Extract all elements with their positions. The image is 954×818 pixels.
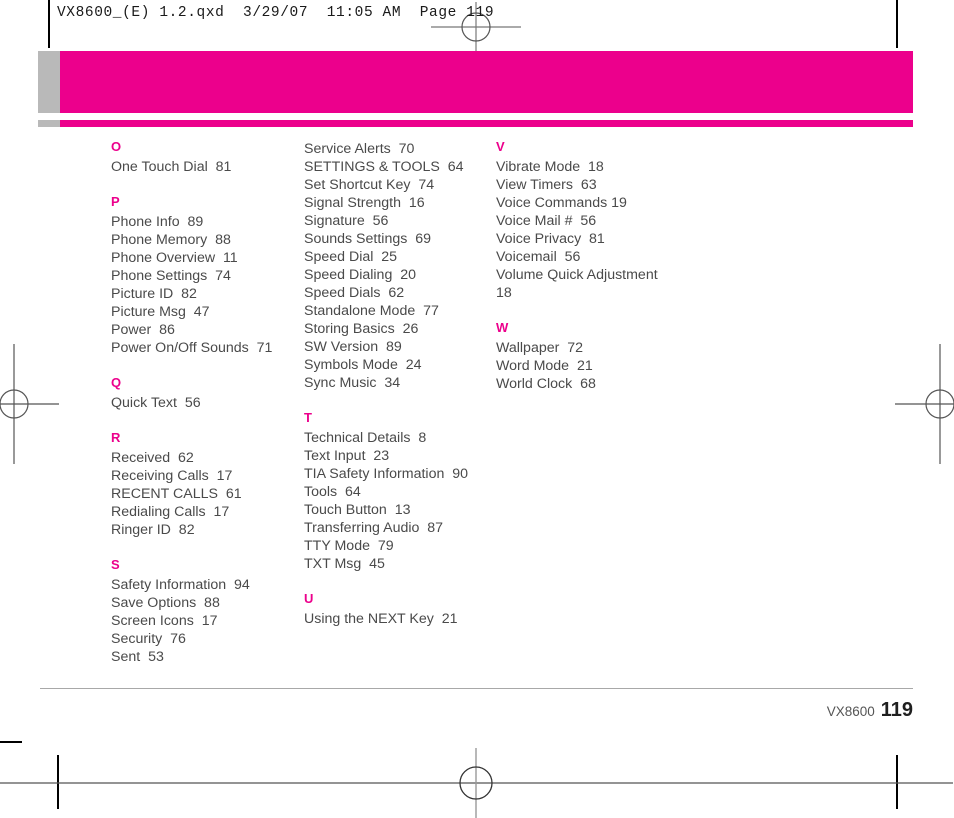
footer-divider [40, 688, 913, 689]
index-entry[interactable]: Symbols Mode 24 [304, 356, 494, 374]
index-entry[interactable]: Screen Icons 17 [111, 612, 301, 630]
index-column-1: O One Touch Dial 81 P Phone Info 89 Phone Me… [111, 140, 301, 666]
index-entry[interactable]: View Timers 63 [496, 176, 696, 194]
index-entry[interactable]: TXT Msg 45 [304, 555, 494, 573]
index-letter-heading-s: S [111, 557, 120, 572]
index-entry[interactable]: One Touch Dial 81 [111, 158, 301, 176]
index-entry[interactable]: Power On/Off Sounds 71 [111, 339, 301, 357]
index-entry[interactable]: Voice Privacy 81 [496, 230, 696, 248]
index-letter-group: S Safety Information 94 Save Options 88 Scr… [111, 558, 301, 666]
index-letter-group: Service Alerts 70 SETTINGS & TOOLS 64 Set … [304, 140, 494, 392]
index-entry[interactable]: Phone Info 89 [111, 213, 301, 231]
index-entry[interactable]: Vibrate Mode 18 [496, 158, 696, 176]
footer-page-number: 119 [880, 699, 913, 721]
index-entry[interactable]: World Clock 68 [496, 375, 696, 393]
index-entry[interactable]: Volume Quick Adjustment 18 [496, 266, 696, 302]
footer-model-name: VX8600 [826, 704, 875, 719]
registration-mark-bottom [0, 748, 953, 818]
page-banner [0, 0, 954, 140]
index-letter-heading-q: Q [111, 375, 122, 390]
index-entry[interactable]: Voice Mail # 56 [496, 212, 696, 230]
index-entry[interactable]: Security 76 [111, 630, 301, 648]
index-letter-heading-w: W [496, 320, 509, 335]
index-letter-heading-t: T [304, 410, 313, 425]
banner-rule-magenta [60, 120, 913, 127]
index-entry[interactable]: Service Alerts 70 [304, 140, 494, 158]
index-entry[interactable]: Speed Dials 62 [304, 284, 494, 302]
index-entry[interactable]: Transferring Audio 87 [304, 519, 494, 537]
index-letter-heading-p: P [111, 194, 120, 209]
index-entry[interactable]: Set Shortcut Key 74 [304, 176, 494, 194]
index-entry[interactable]: Speed Dialing 20 [304, 266, 494, 284]
index-entry[interactable]: Redialing Calls 17 [111, 503, 301, 521]
index-body: O One Touch Dial 81 P Phone Info 89 Phone Me… [0, 140, 954, 680]
index-entry[interactable]: Ringer ID 82 [111, 521, 301, 539]
index-letter-group: O One Touch Dial 81 [111, 140, 301, 176]
index-entry[interactable]: Wallpaper 72 [496, 339, 696, 357]
index-entry[interactable]: Sync Music 34 [304, 374, 494, 392]
index-entry[interactable]: Standalone Mode 77 [304, 302, 494, 320]
index-letter-group: Q Quick Text 56 [111, 376, 301, 412]
footer: VX8600 119 [827, 699, 913, 722]
index-entry[interactable]: RECENT CALLS 61 [111, 485, 301, 503]
index-entry[interactable]: Signature 56 [304, 212, 494, 230]
index-entry[interactable]: Sounds Settings 69 [304, 230, 494, 248]
index-entry[interactable]: Word Mode 21 [496, 357, 696, 375]
index-entry[interactable]: Receiving Calls 17 [111, 467, 301, 485]
index-letter-heading-r: R [111, 430, 121, 445]
index-entry[interactable]: TTY Mode 79 [304, 537, 494, 555]
index-letter-group: V Vibrate Mode 18 View Timers 63 Voice Comm… [496, 140, 696, 302]
index-entry[interactable]: Safety Information 94 [111, 576, 301, 594]
index-entry[interactable]: Touch Button 13 [304, 501, 494, 519]
index-entry[interactable]: Picture ID 82 [111, 285, 301, 303]
index-entry[interactable]: Speed Dial 25 [304, 248, 494, 266]
index-entry[interactable]: Phone Memory 88 [111, 231, 301, 249]
index-letter-heading-u: U [304, 591, 314, 606]
index-letter-group: U Using the NEXT Key 21 [304, 592, 494, 628]
index-entry[interactable]: Technical Details 8 [304, 429, 494, 447]
index-column-2: Service Alerts 70 SETTINGS & TOOLS 64 Set … [304, 140, 494, 628]
index-entry[interactable]: Sent 53 [111, 648, 301, 666]
index-entry[interactable]: Voicemail 56 [496, 248, 696, 266]
banner-magenta-block [60, 51, 913, 113]
index-letter-group: T Technical Details 8 Text Input 23 TIA Saf… [304, 411, 494, 573]
index-letter-group: W Wallpaper 72 Word Mode 21 World Clock 68 [496, 321, 696, 393]
index-entry[interactable]: Text Input 23 [304, 447, 494, 465]
index-entry[interactable]: Save Options 88 [111, 594, 301, 612]
index-entry[interactable]: Power 86 [111, 321, 301, 339]
index-entry[interactable]: Tools 64 [304, 483, 494, 501]
index-entry[interactable]: Voice Commands 19 [496, 194, 696, 212]
index-column-3: V Vibrate Mode 18 View Timers 63 Voice Comm… [496, 140, 696, 393]
index-entry[interactable]: Received 62 [111, 449, 301, 467]
index-letter-group: R Received 62 Receiving Calls 17 RECENT CAL… [111, 431, 301, 539]
crop-line-left-edge [0, 741, 22, 743]
index-entry[interactable]: Phone Settings 74 [111, 267, 301, 285]
index-entry[interactable]: SETTINGS & TOOLS 64 [304, 158, 494, 176]
index-entry[interactable]: Using the NEXT Key 21 [304, 610, 494, 628]
index-letter-heading-o: O [111, 139, 122, 154]
index-entry[interactable]: Phone Overview 11 [111, 249, 301, 267]
index-entry[interactable]: Quick Text 56 [111, 394, 301, 412]
banner-rule-gray [38, 120, 60, 127]
banner-gray-tab [38, 51, 60, 113]
index-entry[interactable]: Storing Basics 26 [304, 320, 494, 338]
index-letter-group: P Phone Info 89 Phone Memory 88 Phone Overv… [111, 195, 301, 357]
index-entry[interactable]: Signal Strength 16 [304, 194, 494, 212]
index-entry[interactable]: TIA Safety Information 90 [304, 465, 494, 483]
index-entry[interactable]: Picture Msg 47 [111, 303, 301, 321]
index-letter-heading-v: V [496, 139, 505, 154]
index-entry[interactable]: SW Version 89 [304, 338, 494, 356]
